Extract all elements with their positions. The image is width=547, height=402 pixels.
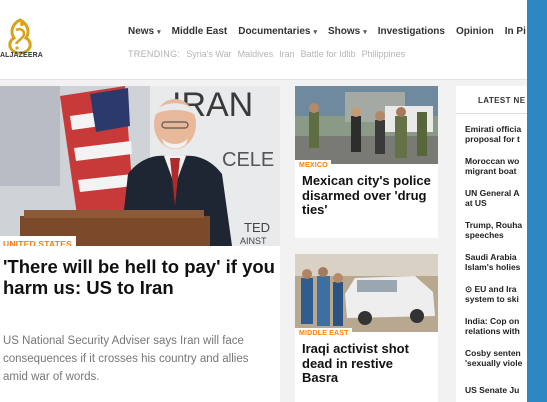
- hero-photo: IRAN CELE TED AINST: [0, 86, 280, 246]
- story-card-middle-east[interactable]: MIDDLE EAST Iraqi activist shot dead in …: [295, 254, 438, 402]
- latest-news-item-text: Trump, Rouha: [465, 220, 523, 230]
- nav-item-label: Documentaries: [238, 26, 311, 37]
- story-headline[interactable]: Iraqi activist shot dead in restive Basr…: [295, 332, 438, 392]
- latest-news-item[interactable]: Emirati officia proposal for t: [456, 118, 527, 150]
- latest-news-item-text: at US: [465, 198, 487, 208]
- latest-news-item[interactable]: Cosby senten'sexually viole: [456, 342, 527, 374]
- latest-news-item-text: proposal for t: [465, 134, 520, 144]
- latest-news-list: Emirati officia proposal for t Moroccan wo…: [456, 114, 527, 402]
- latest-news-item-text: Islam's holies: [465, 262, 521, 272]
- latest-news-item[interactable]: US Senate Ju: [456, 374, 527, 402]
- backdrop-text: CELE: [222, 149, 274, 171]
- trending-label: TRENDING:: [128, 49, 181, 59]
- nav-item-label: In Pi: [504, 26, 526, 37]
- chevron-down-icon: ▾: [157, 28, 161, 36]
- latest-news-item-text: speeches: [465, 230, 504, 240]
- latest-news-heading: LATEST NE: [456, 86, 527, 114]
- latest-news-panel: LATEST NE Emirati officia proposal for tM…: [456, 86, 527, 402]
- trending-bar: TRENDING: Syria's War Maldives Iran Battle …: [128, 49, 411, 59]
- hero-headline[interactable]: 'There will be hell to pay' if you harm …: [3, 256, 275, 298]
- latest-news-item-text: ⊙ EU and Ira: [465, 284, 517, 294]
- latest-news-item[interactable]: Trump, Rouha speeches: [456, 214, 527, 246]
- nav-item-documentaries[interactable]: Documentaries ▾: [238, 26, 317, 37]
- hero-image[interactable]: IRAN CELE TED AINST: [0, 86, 280, 246]
- nav-item-middle-east[interactable]: Middle East: [172, 26, 228, 37]
- trending-link[interactable]: Iran: [279, 49, 295, 59]
- latest-news-item-text: Saudi Arabia: [465, 252, 517, 262]
- latest-news-item[interactable]: Moroccan wo migrant boat: [456, 150, 527, 182]
- trending-link[interactable]: Battle for Idlib: [301, 49, 356, 59]
- latest-news-item-text: Emirati officia: [465, 124, 522, 134]
- story-category-label[interactable]: MEXICO: [295, 160, 331, 170]
- main-nav: News ▾ Middle East Documentaries ▾ Shows ▾ Inve…: [128, 26, 527, 37]
- latest-news-item-text: 'sexually viole: [465, 358, 523, 368]
- nav-item-shows[interactable]: Shows ▾: [328, 26, 367, 37]
- chevron-down-icon: ▾: [363, 28, 367, 36]
- latest-news-item[interactable]: ⊙ EU and Ira system to ski: [456, 278, 527, 310]
- latest-news-item[interactable]: UN General Aat US: [456, 182, 527, 214]
- latest-news-item[interactable]: India: Cop on relations with: [456, 310, 527, 342]
- nav-item-label: Shows: [327, 26, 361, 37]
- trending-link[interactable]: Philippines: [362, 49, 406, 59]
- nav-item-label: Middle East: [171, 26, 228, 37]
- story-photo: [295, 86, 438, 164]
- hero-article-card[interactable]: 'There will be hell to pay' if you harm …: [0, 246, 280, 402]
- nav-item-label: Opinion: [455, 26, 494, 37]
- main-content: IRAN CELE TED AINST UNITED STATES 'There…: [0, 80, 527, 402]
- story-headline[interactable]: Mexican city's police disarmed over 'dru…: [295, 164, 438, 224]
- latest-news-item-text: system to ski: [465, 294, 519, 304]
- nav-item-label: News: [128, 26, 155, 37]
- trending-link[interactable]: Syria's War: [186, 49, 231, 59]
- latest-news-item-text: relations with: [465, 326, 520, 336]
- nav-item-news[interactable]: News ▾: [128, 26, 161, 37]
- latest-news-item-text: Cosby senten: [465, 348, 521, 358]
- nav-item-investigations[interactable]: Investigations: [378, 26, 445, 37]
- latest-news-item[interactable]: Saudi Arabia Islam's holies: [456, 246, 527, 278]
- latest-news-item-text: Moroccan wo: [465, 156, 520, 166]
- trending-link[interactable]: Maldives: [238, 49, 274, 59]
- page: ALJAZEERA News ▾ Middle East Documentaries ▾…: [0, 0, 527, 402]
- latest-news-item-text: UN General A: [465, 188, 520, 198]
- nav-item-opinion[interactable]: Opinion: [456, 26, 494, 37]
- backdrop-text: AINST: [240, 236, 267, 246]
- nav-item-in-pi[interactable]: In Pi: [505, 26, 526, 37]
- logo-wordmark: ALJAZEERA: [0, 52, 43, 59]
- latest-news-item-text: US Senate Ju: [465, 385, 520, 395]
- story-image[interactable]: [295, 254, 438, 332]
- story-photo: [295, 254, 438, 332]
- story-category-label[interactable]: MIDDLE EAST: [295, 328, 352, 338]
- story-image[interactable]: [295, 86, 438, 164]
- backdrop-text: TED: [244, 220, 270, 235]
- nav-item-label: Investigations: [377, 26, 445, 37]
- hero-summary: US National Security Adviser says Iran w…: [3, 335, 249, 383]
- site-header: ALJAZEERA News ▾ Middle East Documentaries ▾…: [0, 0, 527, 80]
- latest-news-item-text: migrant boat: [465, 166, 517, 176]
- latest-news-item-text: India: Cop on: [465, 316, 520, 326]
- story-card-mexico[interactable]: MEXICO Mexican city's police disarmed ov…: [295, 86, 438, 238]
- chevron-down-icon: ▾: [313, 28, 317, 36]
